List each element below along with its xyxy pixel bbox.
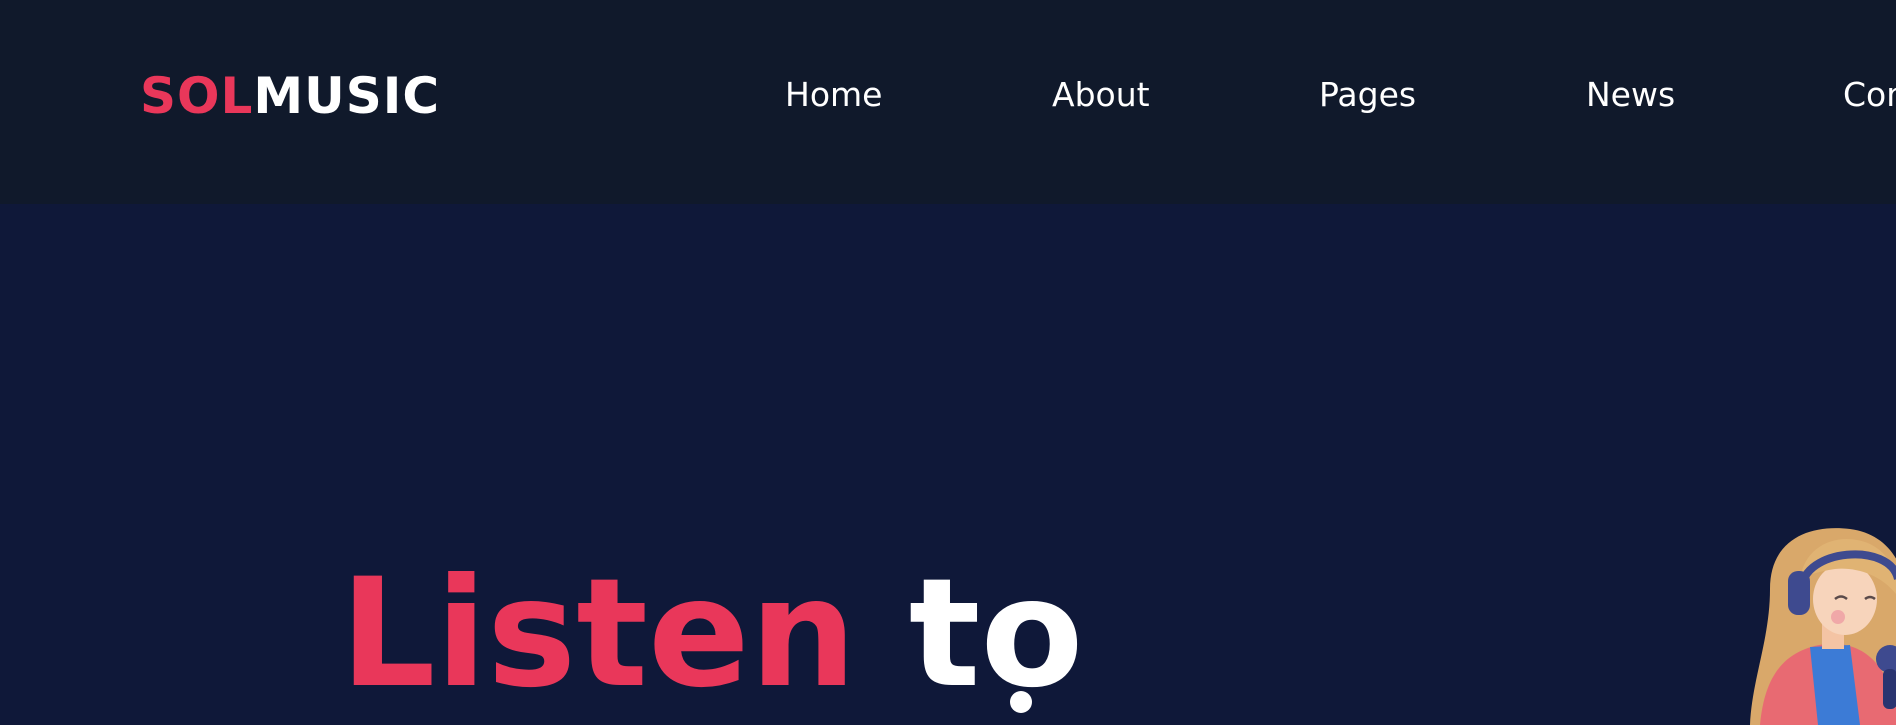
headline-accent-word: Listen: [340, 547, 857, 721]
hero-section: Listen to: [0, 204, 1896, 725]
hero-headline: Listen to: [340, 549, 1084, 719]
nav-item-pages[interactable]: Pages: [1319, 70, 1416, 120]
nav-item-news[interactable]: News: [1586, 70, 1675, 120]
nav-item-contact[interactable]: Con: [1843, 70, 1896, 120]
nav-item-home[interactable]: Home: [785, 70, 882, 120]
main-nav: Home About Pages News Con: [0, 70, 1896, 120]
woman-with-headphones-illustration: [1750, 528, 1896, 725]
site-header: SOLMUSIC Home About Pages News Con: [0, 0, 1896, 204]
headline-word: to: [908, 547, 1084, 721]
headline-dot: [1010, 691, 1032, 713]
nav-item-about[interactable]: About: [1052, 70, 1150, 120]
